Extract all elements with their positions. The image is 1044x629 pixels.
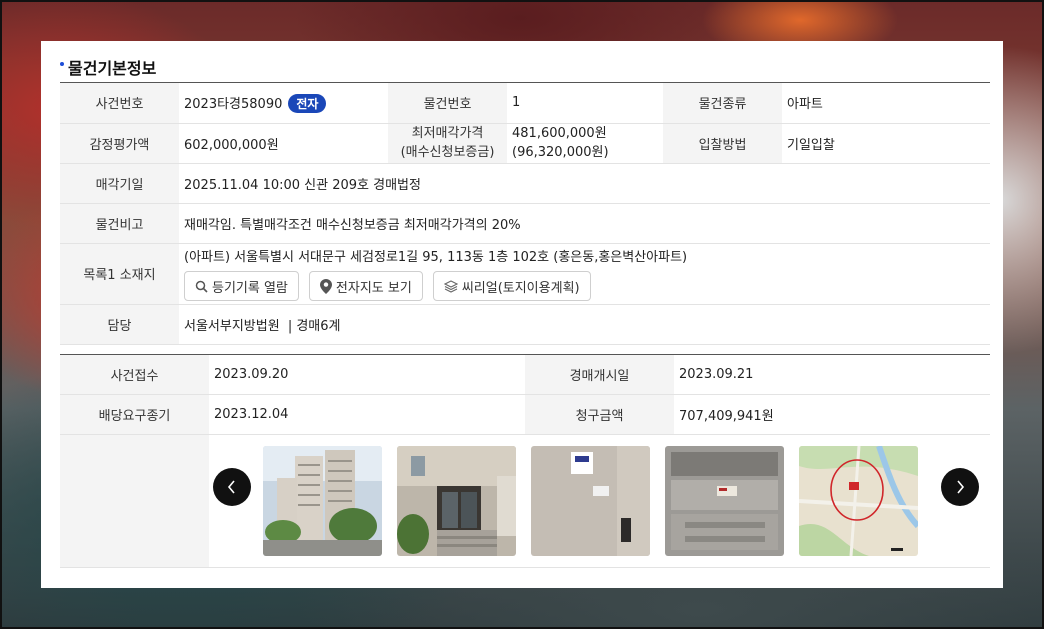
- manager-dept: | 경매6계: [287, 318, 341, 334]
- section-title: 물건기본정보: [68, 58, 157, 78]
- table-row: [60, 434, 990, 568]
- item-basic-info-panel: 물건기본정보 사건번호 2023타경58090 전자 물건번호 1 물건종류 아파…: [41, 41, 1003, 588]
- remarks-value: 재매각임. 특별매각조건 매수신청보증금 최저매각가격의 20%: [179, 203, 990, 244]
- claim-value: 707,409,941원: [674, 394, 990, 435]
- table-row: 물건비고 재매각임. 특별매각조건 매수신청보증금 최저매각가격의 20%: [60, 203, 990, 244]
- sale-date-label: 매각기일: [60, 163, 179, 204]
- case-no-label: 사건번호: [60, 83, 179, 124]
- photo-label-cell: [60, 434, 209, 568]
- item-no-label: 물건번호: [388, 83, 507, 124]
- case-info-table: 사건접수 2023.09.20 경매개시일 2023.09.21 배당요구종기 …: [60, 354, 990, 568]
- start-value: 2023.09.21: [674, 354, 990, 395]
- photo-thumbnail-door[interactable]: [531, 446, 650, 556]
- section-divider: [60, 345, 990, 355]
- case-no-value: 2023타경58090: [184, 96, 283, 112]
- layers-icon: [443, 279, 458, 293]
- table-row: 배당요구종기 2023.12.04 청구금액 707,409,941원: [60, 394, 990, 435]
- chevron-left-icon: [227, 480, 235, 494]
- chevron-right-icon: [957, 480, 965, 494]
- e-map-label: 전자지도 보기: [335, 280, 412, 296]
- seereal-label: 씨리얼(토지이용계획): [461, 280, 580, 296]
- case-no-cell: 2023타경58090 전자: [179, 83, 388, 124]
- manager-court: 서울서부지방법원: [184, 318, 280, 334]
- item-type-value: 아파트: [782, 83, 990, 124]
- remarks-label: 물건비고: [60, 203, 179, 244]
- bid-method-label: 입찰방법: [663, 123, 782, 164]
- min-price-label-line1: 최저매각가격: [411, 126, 484, 141]
- appraisal-label: 감정평가액: [60, 123, 179, 164]
- e-map-button[interactable]: 전자지도 보기: [308, 271, 423, 301]
- sale-date-value: 2025.11.04 10:00 신관 209호 경매법정: [179, 163, 990, 204]
- registry-view-label: 등기기록 열람: [212, 280, 288, 296]
- manager-label: 담당: [60, 304, 179, 345]
- min-price-cell: 481,600,000원 (96,320,000원): [507, 123, 663, 164]
- deposit-value: (96,320,000원): [512, 145, 609, 160]
- section-header: 물건기본정보: [60, 51, 990, 83]
- item-type-label: 물건종류: [663, 83, 782, 124]
- map-pin-icon: [319, 278, 332, 294]
- start-label: 경매개시일: [525, 354, 674, 395]
- table-row: 감정평가액 602,000,000원 최저매각가격 (매수신청보증금) 481,…: [60, 123, 990, 164]
- claim-label: 청구금액: [525, 394, 674, 435]
- basic-info-table: 사건번호 2023타경58090 전자 물건번호 1 물건종류 아파트 감정평가액…: [60, 83, 990, 345]
- table-row: 사건번호 2023타경58090 전자 물건번호 1 물건종류 아파트: [60, 83, 990, 124]
- table-row: 매각기일 2025.11.04 10:00 신관 209호 경매법정: [60, 163, 990, 204]
- electronic-badge: 전자: [288, 93, 327, 113]
- dividend-label: 배당요구종기: [60, 394, 209, 435]
- location-label: 목록1 소재지: [60, 243, 179, 305]
- photo-thumbnail-entrance[interactable]: [397, 446, 516, 556]
- table-row: 담당 서울서부지방법원 | 경매6계: [60, 304, 990, 345]
- appraisal-value: 602,000,000원: [179, 123, 388, 164]
- search-icon: [195, 280, 208, 293]
- photo-gallery-cell: [209, 434, 990, 568]
- bid-method-value: 기일입찰: [782, 123, 990, 164]
- received-label: 사건접수: [60, 354, 209, 395]
- photo-thumbnail-map[interactable]: [799, 446, 918, 556]
- photo-thumbnail-building[interactable]: [263, 446, 382, 556]
- seereal-button[interactable]: 씨리얼(토지이용계획): [432, 271, 591, 301]
- location-cell: (아파트) 서울특별시 서대문구 세검정로1길 95, 113동 1층 102호…: [179, 243, 990, 305]
- item-no-value: 1: [507, 83, 663, 124]
- received-value: 2023.09.20: [209, 354, 525, 395]
- photo-gallery: [213, 435, 990, 567]
- location-actions: 등기기록 열람 전자지도 보기 씨리얼(토지이용계획): [184, 271, 984, 301]
- min-price-label: 최저매각가격 (매수신청보증금): [388, 123, 507, 164]
- table-row: 목록1 소재지 (아파트) 서울특별시 서대문구 세검정로1길 95, 113동…: [60, 243, 990, 305]
- min-price-label-line2: (매수신청보증금): [400, 145, 495, 160]
- manager-cell: 서울서부지방법원 | 경매6계: [179, 304, 990, 345]
- gallery-prev-button[interactable]: [213, 468, 251, 506]
- photo-thumbnail-mailbox[interactable]: [665, 446, 784, 556]
- min-price-value: 481,600,000원: [512, 126, 607, 141]
- location-address: (아파트) 서울특별시 서대문구 세검정로1길 95, 113동 1층 102호…: [184, 250, 688, 265]
- registry-view-button[interactable]: 등기기록 열람: [184, 271, 299, 301]
- dividend-value: 2023.12.04: [209, 394, 525, 435]
- gallery-next-button[interactable]: [941, 468, 979, 506]
- table-row: 사건접수 2023.09.20 경매개시일 2023.09.21: [60, 354, 990, 395]
- title-bullet: [60, 61, 64, 66]
